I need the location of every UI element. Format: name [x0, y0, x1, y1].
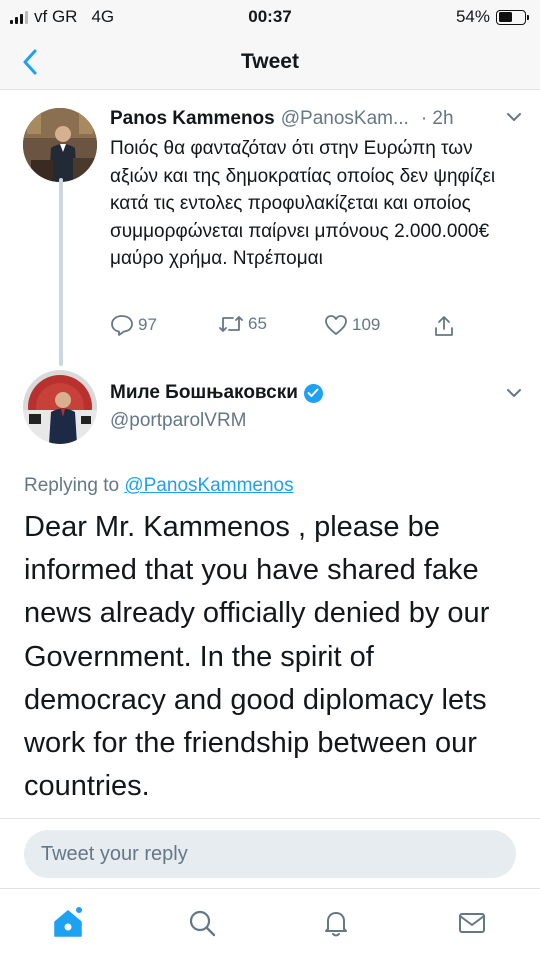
thread-line: [59, 178, 63, 366]
reply-input[interactable]: [24, 830, 516, 878]
share-button[interactable]: [432, 314, 456, 338]
reply-author-handle[interactable]: @portparolVRM: [110, 410, 247, 432]
replying-to-link[interactable]: @PanosKammenos: [124, 475, 293, 496]
heart-icon: [325, 315, 347, 335]
bell-icon: [325, 912, 347, 937]
tab-messages[interactable]: [452, 903, 492, 943]
search-icon: [189, 910, 216, 937]
share-icon: [435, 316, 453, 336]
battery-percent: 54%: [455, 7, 490, 26]
like-button[interactable]: 109: [324, 314, 380, 336]
reply-icon: [111, 315, 133, 336]
battery-fill: [498, 12, 512, 22]
battery-icon: [496, 9, 529, 25]
reply-tweet-text: Dear Mr. Kammenos , please be informed t…: [24, 511, 490, 803]
replying-to-prefix: Replying to: [24, 475, 120, 496]
reply-tweet-menu-button[interactable]: [506, 386, 522, 404]
reply-bar: [0, 818, 540, 888]
parent-tweet-menu-button[interactable]: [506, 110, 522, 128]
home-icon: [54, 907, 82, 937]
parent-tweet-time: · 2h: [420, 108, 454, 129]
person-photo-icon: [23, 370, 97, 444]
reply-avatar[interactable]: [23, 370, 97, 444]
like-count: 109: [352, 315, 381, 334]
mail-icon: [459, 913, 485, 933]
parent-tweet-header: Panos Kammenos @PanosKam... · 2h: [110, 108, 454, 130]
parent-tweet-text: Ποιός θα φανταζόταν ότι στην Ευρώπη των …: [110, 138, 496, 269]
page-title: Tweet: [241, 50, 299, 73]
parent-avatar[interactable]: [23, 108, 97, 182]
tab-notifications[interactable]: [316, 903, 356, 943]
reply-author-row: Миле Бошњаковски: [110, 382, 323, 404]
chevron-down-icon: [507, 113, 521, 121]
verified-badge-icon: [303, 383, 323, 403]
parent-author-handle[interactable]: @PanosKam...: [281, 108, 409, 130]
top-nav-bar: Tweet: [0, 34, 540, 90]
chevron-down-icon: [507, 389, 521, 397]
retweet-count: 65: [248, 314, 267, 333]
retweet-icon: [219, 316, 243, 332]
parent-author-name[interactable]: Panos Kammenos: [110, 108, 275, 130]
tab-home[interactable]: [48, 903, 88, 943]
person-photo-icon: [23, 108, 97, 182]
tab-search[interactable]: [182, 903, 222, 943]
parent-tweet-actions: 97 65 109: [110, 314, 470, 340]
bottom-tab-bar: [0, 888, 540, 960]
reply-author-name[interactable]: Миле Бошњаковски: [110, 382, 298, 404]
reply-count: 97: [138, 315, 157, 334]
status-right: 54%: [455, 7, 529, 27]
reply-button[interactable]: 97: [110, 314, 157, 336]
retweet-button[interactable]: 65: [218, 314, 267, 334]
replying-to: Replying to @PanosKammenos: [24, 475, 294, 497]
status-bar: vf GR 4G 00:37 54%: [0, 0, 540, 34]
